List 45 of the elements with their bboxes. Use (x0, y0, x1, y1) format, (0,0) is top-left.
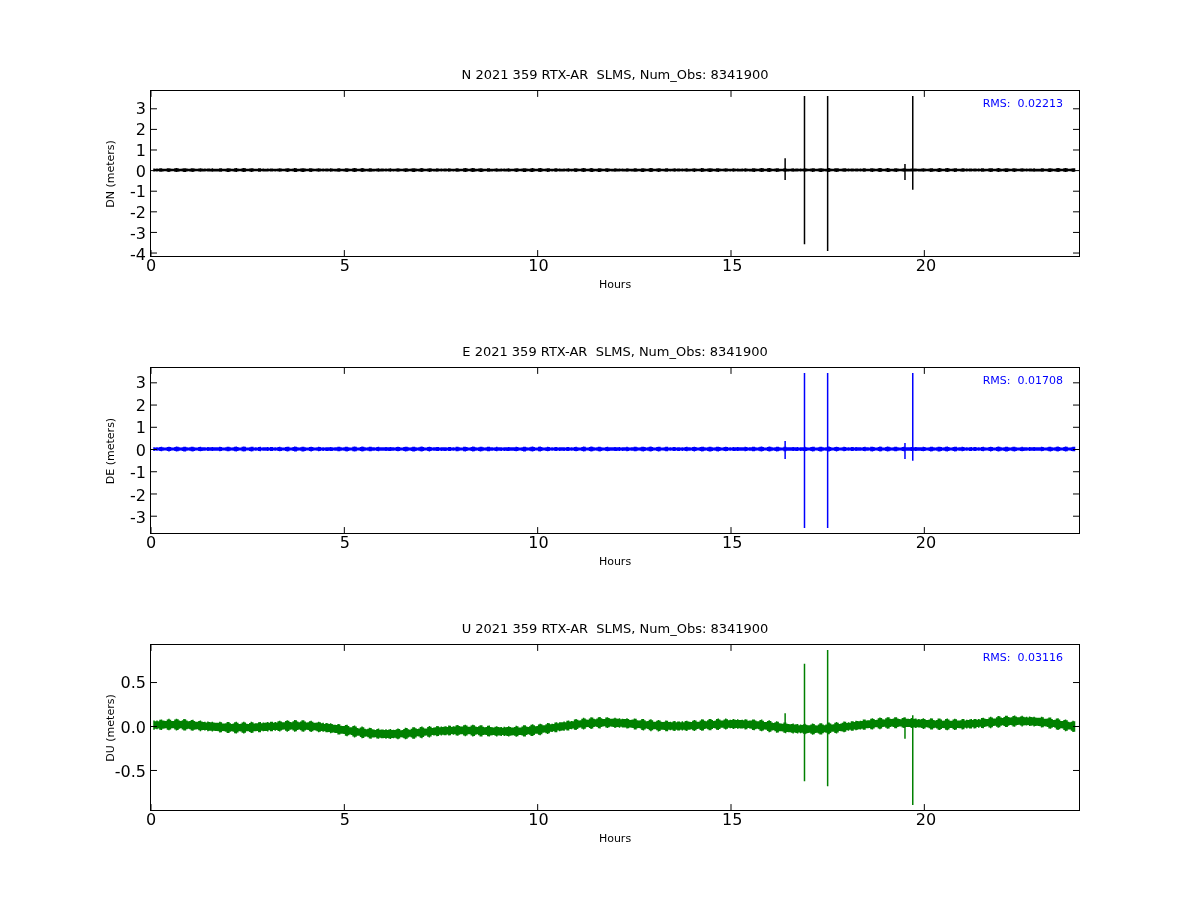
y-axis-label: DU (meters) (102, 693, 118, 762)
y-tick-label: 0 (135, 162, 146, 181)
x-axis-label: Hours (598, 277, 632, 293)
y-tick-label: 1 (135, 141, 146, 160)
y-tick-label: -0.5 (114, 763, 146, 781)
y-axis-label: DN (meters) (102, 139, 118, 208)
x-tick-label: 0 (145, 811, 157, 829)
y-tick-label: 1 (135, 419, 146, 437)
x-tick-label: 5 (339, 257, 350, 275)
x-tick-label: 20 (915, 811, 937, 829)
chart-title: U 2021 359 RTX-AR SLMS, Num_Obs: 8341900 (460, 621, 770, 638)
x-tick-label: 0 (145, 534, 157, 552)
y-tick-label: 3 (135, 100, 146, 118)
x-tick-label: 10 (528, 534, 549, 552)
x-tick-label: 20 (915, 257, 937, 275)
y-tick-label: 2 (135, 120, 146, 139)
y-tick-label: 3 (135, 374, 146, 392)
y-tick-label: -3 (130, 225, 146, 244)
x-tick-label: 15 (722, 257, 743, 275)
y-tick-label: 0.5 (120, 674, 146, 692)
rms-label: RMS: 0.02213 (982, 96, 1063, 112)
x-tick-label: 15 (722, 534, 743, 552)
y-tick-label: 2 (135, 396, 146, 415)
rms-label: RMS: 0.01708 (982, 373, 1063, 389)
x-tick-label: 5 (339, 534, 350, 552)
x-tick-label: 5 (339, 811, 350, 829)
y-tick-label: -2 (130, 204, 146, 223)
y-tick-label: -3 (130, 509, 146, 527)
x-tick-label: 10 (528, 811, 549, 829)
x-tick-label: 15 (722, 811, 743, 829)
y-tick-label: -1 (130, 183, 146, 202)
y-tick-label: 0 (135, 441, 146, 460)
rms-label: RMS: 0.03116 (982, 650, 1063, 666)
x-tick-label: 10 (528, 257, 549, 275)
chart-title: N 2021 359 RTX-AR SLMS, Num_Obs: 8341900 (460, 67, 770, 84)
y-tick-label: -2 (130, 486, 146, 505)
chart-title: E 2021 359 RTX-AR SLMS, Num_Obs: 8341900 (461, 344, 769, 361)
y-tick-label: -1 (130, 464, 146, 482)
y-tick-label: -4 (130, 246, 146, 264)
y-tick-label: 0.0 (120, 718, 146, 737)
y-axis-label: DE (meters) (102, 417, 118, 484)
x-tick-label: 0 (145, 257, 157, 275)
x-axis-label: Hours (598, 831, 632, 847)
x-tick-label: 20 (915, 534, 937, 552)
x-axis-label: Hours (598, 554, 632, 570)
